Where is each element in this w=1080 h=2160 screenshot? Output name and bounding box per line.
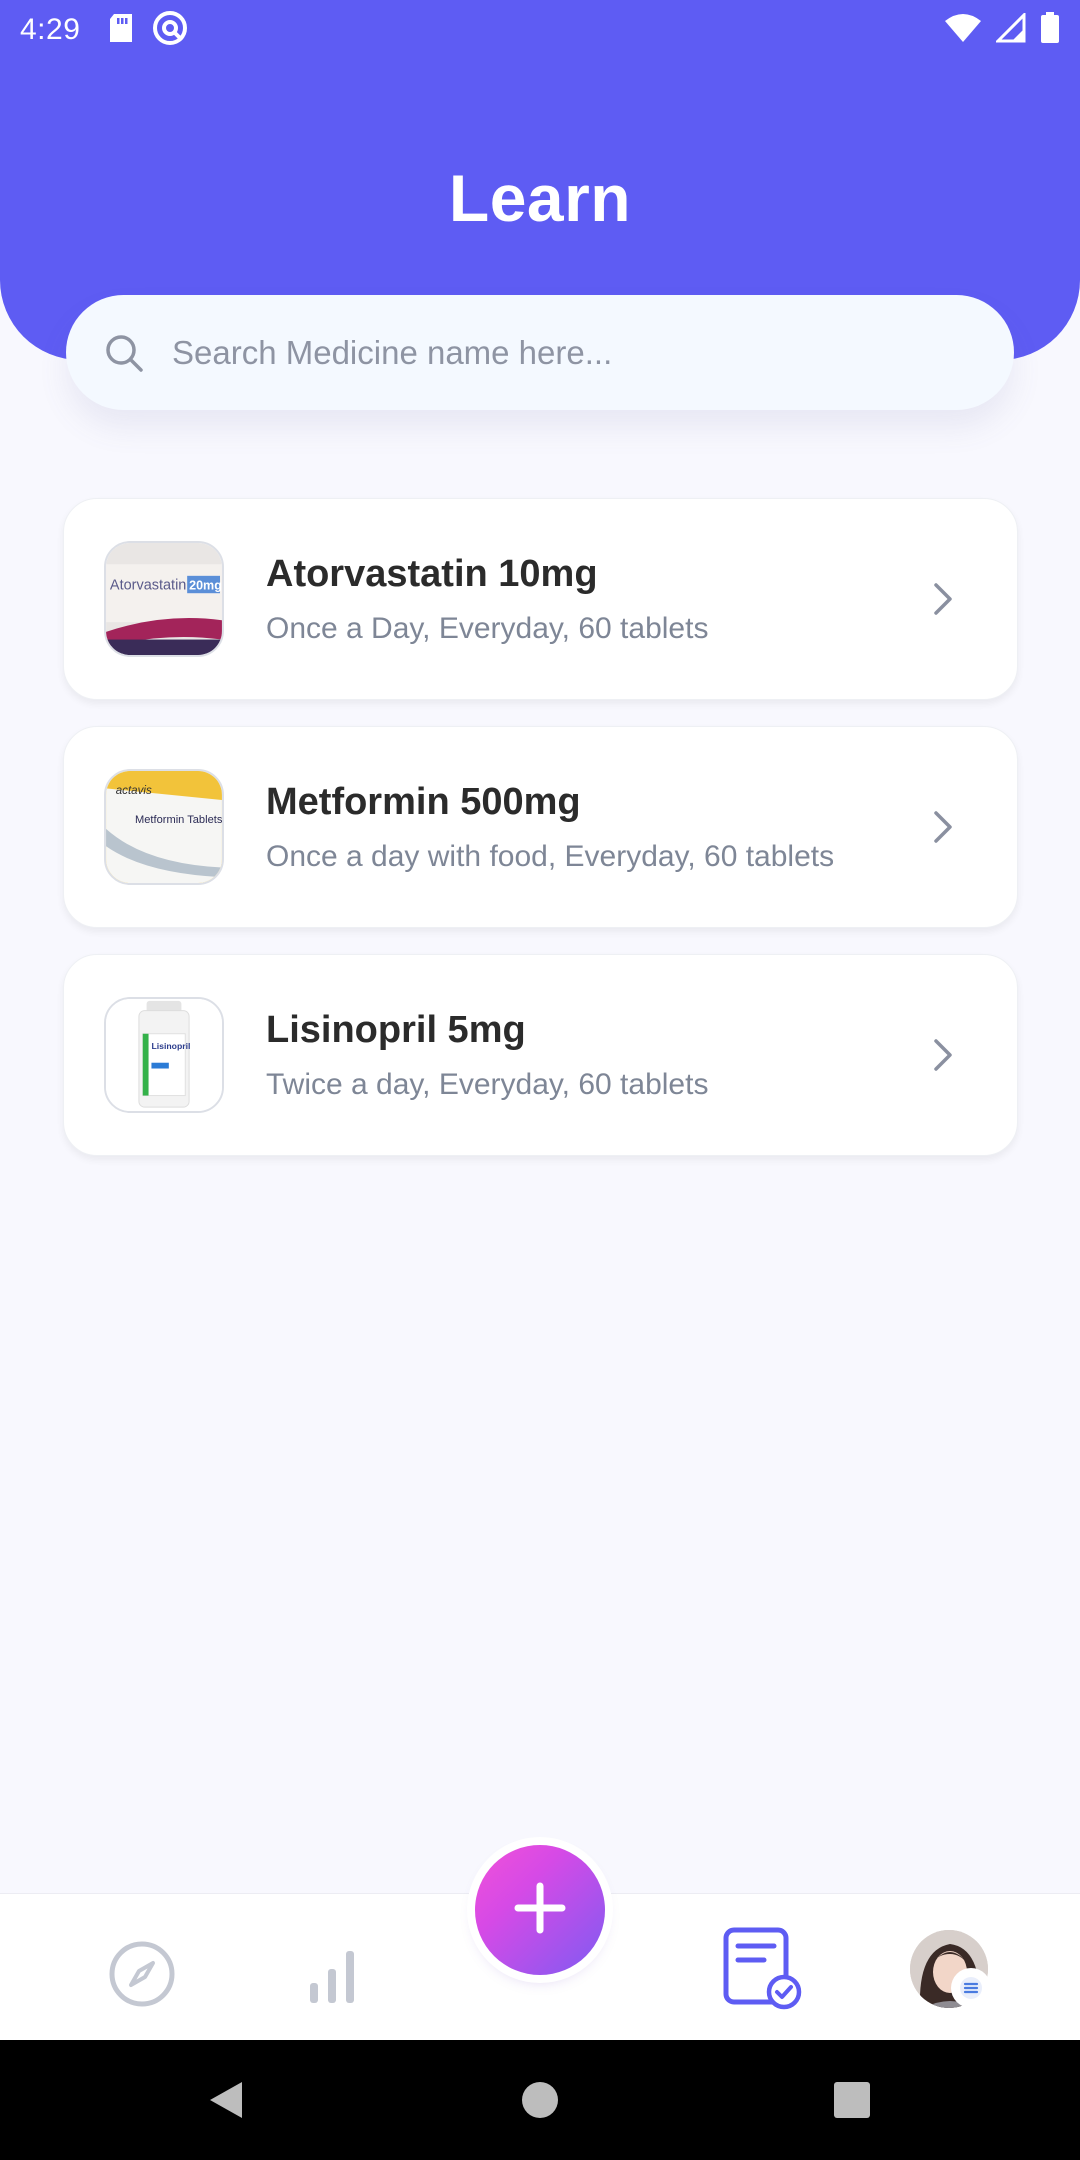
medicine-schedule: Twice a day, Everyday, 60 tablets (266, 1067, 709, 1101)
medicine-card-lisinopril[interactable]: Lisinopril Lisinopril 5mg Twice a day, E… (63, 954, 1018, 1156)
medicine-name: Metformin 500mg (266, 780, 581, 823)
learn-screen: 4:29 Learn Search Medicine name here... … (0, 0, 1080, 2160)
add-icon (514, 1882, 566, 1939)
medicine-list: Atorvastatin 20mg Atorvastatin 10mg Once… (63, 498, 1018, 1182)
home-icon[interactable] (510, 2070, 570, 2130)
compass-icon[interactable] (102, 1934, 182, 2014)
stats-icon[interactable] (292, 1934, 372, 2014)
thumb-label: Lisinopril (151, 1041, 190, 1051)
thumb-label: Atorvastatin (110, 577, 186, 593)
do-not-disturb-icon (152, 10, 188, 51)
signal-icon (994, 10, 1026, 48)
menu-badge-icon[interactable] (953, 1970, 989, 2006)
medicine-card-metformin[interactable]: actavis Metformin Tablets Metformin 500m… (63, 726, 1018, 928)
chevron-right-icon (923, 1035, 963, 1075)
sd-card-icon (108, 13, 134, 48)
search-icon (102, 331, 146, 375)
thumb-brand: actavis (116, 785, 152, 797)
medicine-thumbnail: Atorvastatin 20mg (104, 541, 224, 657)
prescription-icon[interactable] (718, 1924, 808, 2014)
battery-icon (1040, 11, 1060, 49)
medicine-name: Atorvastatin 10mg (266, 552, 598, 595)
system-nav-bar (0, 2040, 1080, 2160)
add-button[interactable] (475, 1845, 605, 1975)
search-input[interactable] (172, 333, 978, 372)
status-time: 4:29 (20, 13, 81, 46)
medicine-schedule: Once a Day, Everyday, 60 tablets (266, 611, 709, 645)
back-icon[interactable] (196, 2070, 256, 2130)
medicine-schedule: Once a day with food, Everyday, 60 table… (266, 839, 835, 873)
medicine-thumbnail: actavis Metformin Tablets (104, 769, 224, 885)
medicine-thumbnail: Lisinopril (104, 997, 224, 1113)
wifi-icon (944, 13, 982, 48)
page-title: Learn (448, 161, 632, 235)
thumb-badge: 20mg (189, 578, 222, 592)
medicine-name: Lisinopril 5mg (266, 1008, 526, 1051)
status-bar: 4:29 (0, 0, 1080, 60)
thumb-label: Metformin Tablets (135, 814, 222, 826)
recents-icon[interactable] (822, 2070, 882, 2130)
search-bar[interactable] (66, 295, 1014, 410)
chevron-right-icon (923, 807, 963, 847)
chevron-right-icon (923, 579, 963, 619)
medicine-card-atorvastatin[interactable]: Atorvastatin 20mg Atorvastatin 10mg Once… (63, 498, 1018, 700)
